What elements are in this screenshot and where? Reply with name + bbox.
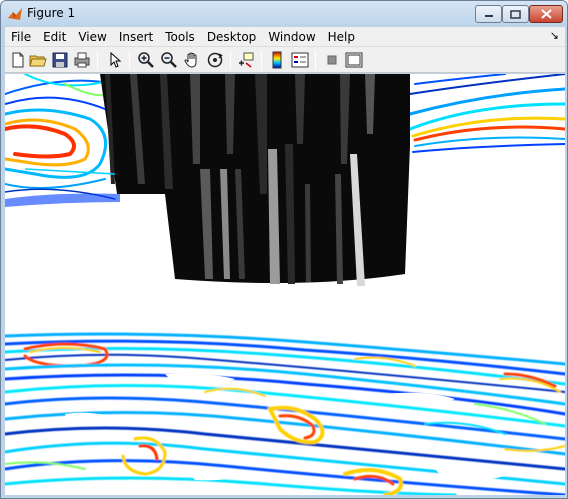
data-cursor-icon[interactable]: [237, 51, 255, 69]
figure-toolbar: [5, 46, 565, 73]
edit-plot-arrow-icon[interactable]: [106, 51, 124, 69]
insert-colorbar-icon[interactable]: [268, 51, 286, 69]
show-plot-tools-icon[interactable]: [345, 51, 363, 69]
plot-3d-view[interactable]: [5, 74, 565, 495]
menu-edit[interactable]: Edit: [37, 30, 72, 44]
window-title: Figure 1: [27, 6, 76, 20]
toolbar-separator: [230, 51, 231, 70]
menu-insert[interactable]: Insert: [113, 30, 159, 44]
hide-plot-tools-icon[interactable]: [323, 51, 341, 69]
dock-figure-icon[interactable]: ↘: [550, 29, 559, 42]
menu-file[interactable]: File: [5, 30, 37, 44]
maximize-button[interactable]: [502, 5, 529, 23]
pan-hand-icon[interactable]: [183, 51, 201, 69]
figure-canvas[interactable]: [5, 74, 565, 495]
toolbar-separator: [261, 51, 262, 70]
minimize-icon: [484, 15, 493, 17]
zoom-in-icon[interactable]: [137, 51, 155, 69]
rotate-3d-icon[interactable]: [206, 51, 224, 69]
close-button[interactable]: [529, 5, 563, 23]
toolbar-separator: [97, 51, 98, 70]
menu-help[interactable]: Help: [322, 30, 361, 44]
menu-window[interactable]: Window: [262, 30, 321, 44]
print-figure-icon[interactable]: [73, 51, 91, 69]
menu-view[interactable]: View: [72, 30, 112, 44]
menu-bar: File Edit View Insert Tools Desktop Wind…: [5, 27, 565, 46]
insert-legend-icon[interactable]: [291, 51, 309, 69]
contour-region-top-right: [408, 74, 565, 153]
zoom-out-icon[interactable]: [160, 51, 178, 69]
solid-object-3d: [100, 74, 410, 286]
toolbar-separator: [315, 51, 316, 70]
new-figure-icon[interactable]: [9, 51, 27, 69]
window-bottom-border: [1, 495, 567, 498]
matlab-logo-icon: [8, 8, 22, 20]
title-bar[interactable]: Figure 1: [1, 1, 567, 27]
close-icon: [540, 9, 552, 19]
minimize-button[interactable]: [475, 5, 502, 23]
maximize-icon: [510, 9, 521, 19]
open-file-icon[interactable]: [29, 51, 47, 69]
toolbar-separator: [129, 51, 130, 70]
save-figure-icon[interactable]: [51, 51, 69, 69]
figure-window: Figure 1 File Edit View Insert Tools Des…: [0, 0, 568, 499]
menu-tools[interactable]: Tools: [159, 30, 201, 44]
menu-desktop[interactable]: Desktop: [201, 30, 263, 44]
